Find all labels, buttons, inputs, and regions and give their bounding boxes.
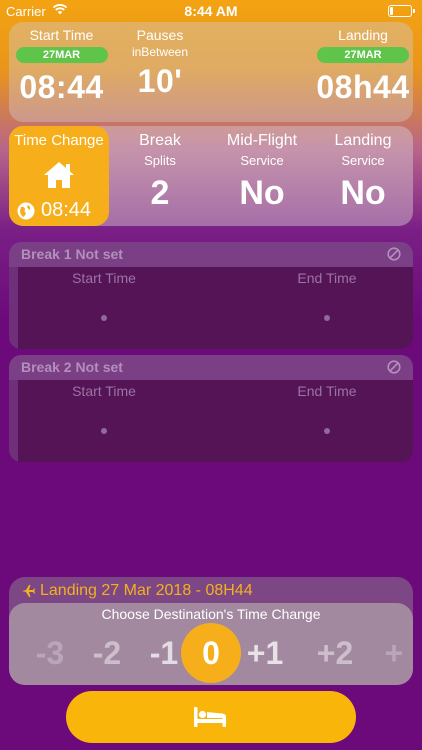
break-2-header: Break 2 Not set (9, 355, 413, 380)
break-1-start-dot[interactable] (101, 315, 107, 321)
start-time-value: 08:44 (19, 69, 104, 105)
mid-flight-service-value: No (239, 174, 285, 212)
time-change-button[interactable]: Time Change 08:44 (9, 126, 109, 226)
break-1-end-dot[interactable] (324, 315, 330, 321)
plane-icon (22, 585, 35, 597)
landing-block[interactable]: Landing 27MAR 08h44 (315, 27, 411, 106)
landing-label: Landing (338, 27, 388, 43)
landing-service-block[interactable]: Landing Service No (322, 132, 404, 213)
start-time-label: Start Time (29, 27, 94, 43)
start-time-block[interactable]: Start Time 27MAR 08:44 (14, 27, 109, 106)
time-change-label: Time Change (14, 132, 104, 149)
mid-flight-service-label: Service (240, 153, 284, 168)
bed-icon (194, 707, 226, 727)
time-change-option[interactable]: +1 (242, 635, 288, 672)
mid-flight-service-block[interactable]: Mid-Flight Service No (214, 132, 310, 213)
break-1-header: Break 1 Not set (9, 242, 413, 267)
break-label: Break (139, 132, 181, 149)
break-1-end-label: End Time (297, 270, 357, 286)
break-splits-block[interactable]: Break Splits 2 (122, 132, 198, 213)
pauses-block[interactable]: Pauses inBetween 10' (120, 27, 200, 100)
break-2-end-dot[interactable] (324, 428, 330, 434)
status-bar: Carrier 8:44 AM (0, 0, 422, 22)
home-icon (44, 162, 74, 188)
landing-service-title: Landing (334, 132, 392, 149)
pauses-sub-label: inBetween (131, 45, 189, 59)
landing-date-badge: 27MAR (317, 47, 409, 63)
time-change-option[interactable]: + (371, 635, 413, 672)
break-2-side-bar (9, 380, 18, 462)
time-change-option[interactable]: +2 (312, 635, 358, 672)
break-2-end-label: End Time (297, 383, 357, 399)
start-date-badge: 27MAR (15, 47, 108, 63)
pauses-label: Pauses (136, 27, 184, 43)
time-change-value: 08:44 (41, 199, 92, 221)
break-1-panel[interactable]: Break 1 Not set Start Time End Time (9, 242, 413, 349)
break-2-title: Break 2 Not set (21, 359, 123, 375)
time-change-selected[interactable]: 0 (181, 623, 241, 683)
pauses-value: 10' (137, 63, 183, 99)
ban-icon[interactable] (387, 360, 401, 374)
break-2-panel[interactable]: Break 2 Not set Start Time End Time (9, 355, 413, 462)
sleep-button[interactable] (66, 691, 356, 743)
choose-time-change-label: Choose Destination's Time Change (101, 606, 321, 622)
break-splits-value: 2 (150, 174, 170, 212)
mid-flight-label: Mid-Flight (226, 132, 298, 149)
battery-icon (388, 5, 415, 17)
landing-service-value: No (340, 174, 386, 212)
status-time: 8:44 AM (184, 3, 238, 19)
landing-panel-title: Landing 27 Mar 2018 - 08H44 (40, 582, 253, 599)
break-1-side-bar (9, 267, 18, 349)
landing-time-value: 08h44 (316, 69, 410, 105)
ban-icon[interactable] (387, 247, 401, 261)
time-change-option[interactable]: -3 (27, 635, 73, 672)
splits-label: Splits (144, 153, 176, 168)
landing-time-change-panel: Landing 27 Mar 2018 - 08H44 Choose Desti… (9, 577, 413, 685)
time-change-option[interactable]: -2 (84, 635, 130, 672)
globe-icon (17, 202, 35, 220)
break-2-start-label: Start Time (72, 383, 136, 399)
break-1-title: Break 1 Not set (21, 246, 123, 262)
break-2-start-dot[interactable] (101, 428, 107, 434)
break-1-start-label: Start Time (72, 270, 136, 286)
landing-service-label: Service (341, 153, 385, 168)
